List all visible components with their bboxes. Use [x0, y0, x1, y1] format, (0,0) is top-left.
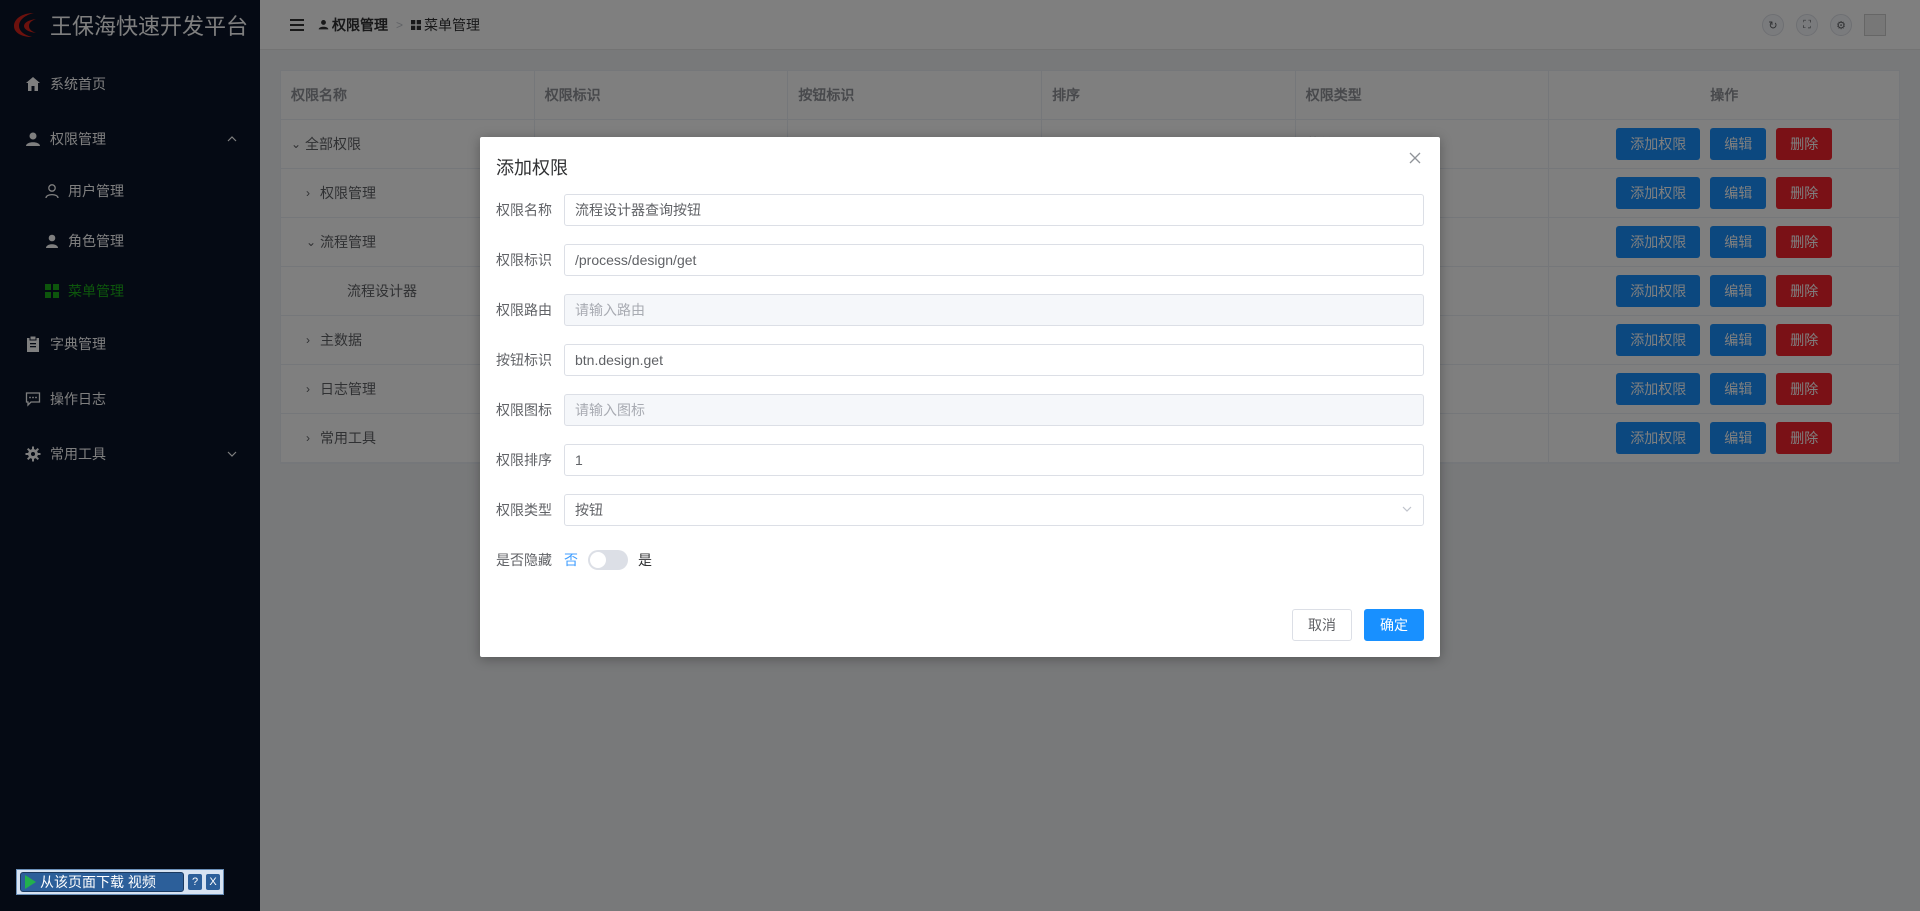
form-row-hidden: 是否隐藏 否 是 — [496, 544, 1424, 576]
field-label: 权限名称 — [496, 202, 552, 218]
cancel-button[interactable]: 取消 — [1292, 609, 1352, 641]
permission-key-input[interactable] — [564, 244, 1424, 276]
download-label: 从该页面下载 视频 — [40, 874, 156, 890]
permission-route-input[interactable] — [564, 294, 1424, 326]
close-icon[interactable]: X — [206, 874, 220, 890]
permission-type-select[interactable]: 按钮 — [564, 494, 1424, 526]
form-row-name: 权限名称 — [496, 194, 1424, 226]
form-row-route: 权限路由 — [496, 294, 1424, 326]
field-label: 权限排序 — [496, 452, 552, 468]
select-value: 按钮 — [575, 502, 603, 518]
field-label: 权限路由 — [496, 302, 552, 318]
permission-sort-input[interactable] — [564, 444, 1424, 476]
switch-off-label[interactable]: 否 — [564, 550, 578, 570]
hidden-toggle[interactable] — [588, 550, 628, 570]
field-label: 按钮标识 — [496, 352, 552, 368]
permission-icon-input[interactable] — [564, 394, 1424, 426]
chevron-down-icon — [1401, 502, 1413, 518]
field-label: 是否隐藏 — [496, 552, 552, 568]
video-download-bar: 从该页面下载 视频 ? X — [16, 869, 224, 895]
close-icon[interactable] — [1408, 151, 1424, 167]
form-row-perm: 权限标识 — [496, 244, 1424, 276]
field-label: 权限类型 — [496, 502, 552, 518]
help-icon[interactable]: ? — [188, 874, 202, 890]
switch-on-label[interactable]: 是 — [638, 550, 652, 570]
play-icon — [25, 875, 36, 889]
toggle-knob — [590, 552, 606, 568]
form-row-type: 权限类型 按钮 — [496, 494, 1424, 526]
permission-name-input[interactable] — [564, 194, 1424, 226]
button-key-input[interactable] — [564, 344, 1424, 376]
confirm-button[interactable]: 确定 — [1364, 609, 1424, 641]
download-video-button[interactable]: 从该页面下载 视频 — [20, 872, 184, 892]
form-row-button: 按钮标识 — [496, 344, 1424, 376]
field-label: 权限图标 — [496, 402, 552, 418]
add-permission-dialog: 添加权限 权限名称 权限标识 权限路由 按钮标识 权限图标 权限排序 权限类型 … — [480, 137, 1440, 657]
hidden-switch-group: 否 是 — [564, 550, 652, 570]
form-row-sort: 权限排序 — [496, 444, 1424, 476]
dialog-title: 添加权限 — [496, 158, 568, 178]
form-row-icon: 权限图标 — [496, 394, 1424, 426]
field-label: 权限标识 — [496, 252, 552, 268]
